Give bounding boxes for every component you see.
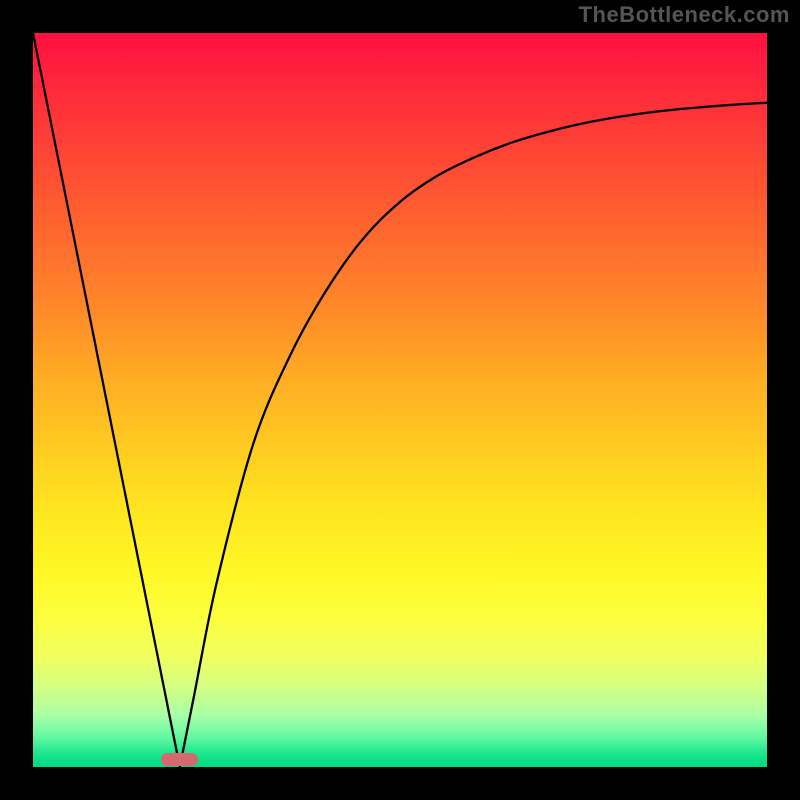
bottleneck-curve [33, 33, 767, 767]
curve-svg [33, 33, 767, 767]
minimum-marker [161, 753, 198, 766]
plot-area [33, 33, 767, 767]
chart-container: TheBottleneck.com [0, 0, 800, 800]
watermark-text: TheBottleneck.com [579, 2, 790, 28]
